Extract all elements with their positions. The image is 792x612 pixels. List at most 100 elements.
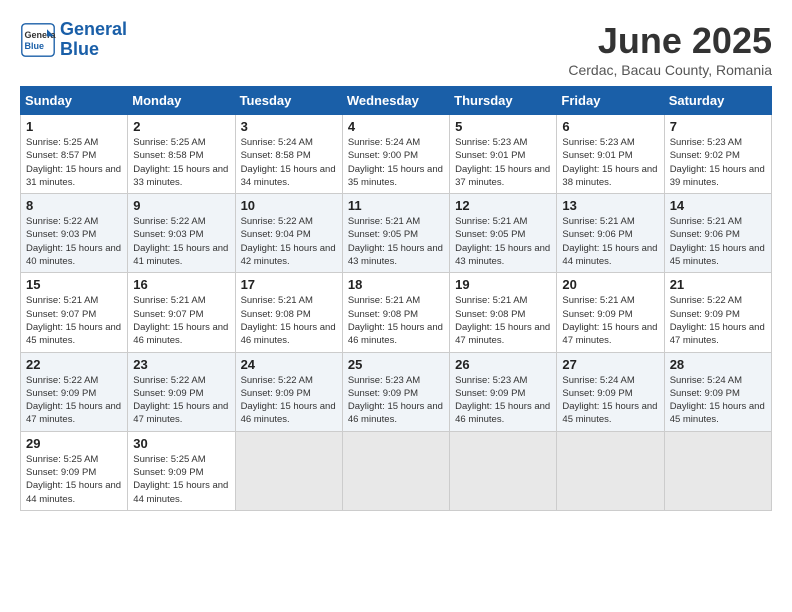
day-number: 11: [348, 198, 444, 213]
day-detail: Sunrise: 5:25 AMSunset: 8:58 PMDaylight:…: [133, 136, 229, 189]
calendar-week-row: 1 Sunrise: 5:25 AMSunset: 8:57 PMDaylight…: [21, 115, 772, 194]
day-number: 19: [455, 277, 551, 292]
calendar-day-cell: 19 Sunrise: 5:21 AMSunset: 9:08 PMDayligh…: [450, 273, 557, 352]
calendar-day-header: Thursday: [450, 87, 557, 115]
page-header: General Blue GeneralBlue June 2025 Cerda…: [20, 20, 772, 78]
day-number: 2: [133, 119, 229, 134]
calendar-day-cell: 20 Sunrise: 5:21 AMSunset: 9:09 PMDayligh…: [557, 273, 664, 352]
calendar-day-cell: 9Sunrise: 5:22 AMSunset: 9:03 PMDaylight…: [128, 194, 235, 273]
day-detail: Sunrise: 5:25 AMSunset: 9:09 PMDaylight:…: [133, 453, 229, 506]
day-number: 28: [670, 357, 766, 372]
calendar-day-cell: 16Sunrise: 5:21 AMSunset: 9:07 PMDayligh…: [128, 273, 235, 352]
day-detail: Sunrise: 5:23 AMSunset: 9:01 PMDaylight:…: [455, 136, 551, 189]
day-detail: Sunrise: 5:21 AMSunset: 9:08 PMDaylight:…: [348, 294, 444, 347]
calendar-day-header: Tuesday: [235, 87, 342, 115]
calendar-day-header: Friday: [557, 87, 664, 115]
day-number: 27: [562, 357, 658, 372]
day-detail: Sunrise: 5:21 AMSunset: 9:05 PMDaylight:…: [348, 215, 444, 268]
month-title: June 2025: [568, 20, 772, 62]
day-detail: Sunrise: 5:23 AMSunset: 9:01 PMDaylight:…: [562, 136, 658, 189]
calendar-day-cell: 24 Sunrise: 5:22 AMSunset: 9:09 PMDayligh…: [235, 352, 342, 431]
calendar-day-cell: 23 Sunrise: 5:22 AMSunset: 9:09 PMDayligh…: [128, 352, 235, 431]
calendar-week-row: 22 Sunrise: 5:22 AMSunset: 9:09 PMDayligh…: [21, 352, 772, 431]
day-detail: Sunrise: 5:24 AMSunset: 8:58 PMDaylight:…: [241, 136, 337, 189]
day-number: 17: [241, 277, 337, 292]
calendar-day-header: Wednesday: [342, 87, 449, 115]
calendar-day-cell: 30 Sunrise: 5:25 AMSunset: 9:09 PMDayligh…: [128, 431, 235, 510]
calendar-day-cell: 21 Sunrise: 5:22 AMSunset: 9:09 PMDayligh…: [664, 273, 771, 352]
calendar-day-cell: 14Sunrise: 5:21 AMSunset: 9:06 PMDayligh…: [664, 194, 771, 273]
calendar-day-cell: 6 Sunrise: 5:23 AMSunset: 9:01 PMDaylight…: [557, 115, 664, 194]
day-detail: Sunrise: 5:21 AMSunset: 9:09 PMDaylight:…: [562, 294, 658, 347]
calendar-day-cell: 10 Sunrise: 5:22 AMSunset: 9:04 PMDayligh…: [235, 194, 342, 273]
calendar-body: 1 Sunrise: 5:25 AMSunset: 8:57 PMDaylight…: [21, 115, 772, 511]
day-detail: Sunrise: 5:21 AMSunset: 9:08 PMDaylight:…: [241, 294, 337, 347]
day-detail: Sunrise: 5:24 AMSunset: 9:00 PMDaylight:…: [348, 136, 444, 189]
calendar-day-cell: 3Sunrise: 5:24 AMSunset: 8:58 PMDaylight…: [235, 115, 342, 194]
calendar-day-cell: 22 Sunrise: 5:22 AMSunset: 9:09 PMDayligh…: [21, 352, 128, 431]
day-number: 21: [670, 277, 766, 292]
logo: General Blue GeneralBlue: [20, 20, 127, 60]
day-detail: Sunrise: 5:21 AMSunset: 9:08 PMDaylight:…: [455, 294, 551, 347]
calendar-day-cell: 13Sunrise: 5:21 AMSunset: 9:06 PMDayligh…: [557, 194, 664, 273]
day-number: 22: [26, 357, 122, 372]
calendar-day-cell: 28Sunrise: 5:24 AMSunset: 9:09 PMDayligh…: [664, 352, 771, 431]
calendar-day-cell: 25 Sunrise: 5:23 AMSunset: 9:09 PMDayligh…: [342, 352, 449, 431]
day-detail: Sunrise: 5:23 AMSunset: 9:09 PMDaylight:…: [348, 374, 444, 427]
day-detail: Sunrise: 5:22 AMSunset: 9:09 PMDaylight:…: [26, 374, 122, 427]
day-number: 6: [562, 119, 658, 134]
day-number: 20: [562, 277, 658, 292]
day-detail: Sunrise: 5:25 AMSunset: 9:09 PMDaylight:…: [26, 453, 122, 506]
day-detail: Sunrise: 5:22 AMSunset: 9:04 PMDaylight:…: [241, 215, 337, 268]
day-number: 25: [348, 357, 444, 372]
calendar-day-header: Sunday: [21, 87, 128, 115]
day-detail: Sunrise: 5:22 AMSunset: 9:09 PMDaylight:…: [670, 294, 766, 347]
calendar-day-cell: 8Sunrise: 5:22 AMSunset: 9:03 PMDaylight…: [21, 194, 128, 273]
logo-text: GeneralBlue: [60, 20, 127, 60]
calendar-day-cell: [664, 431, 771, 510]
calendar-week-row: 8 Sunrise: 5:22 AMSunset: 9:03 PMDaylight…: [21, 194, 772, 273]
calendar-header-row: SundayMondayTuesdayWednesdayThursdayFrid…: [21, 87, 772, 115]
calendar-day-cell: 1 Sunrise: 5:25 AMSunset: 8:57 PMDaylight…: [21, 115, 128, 194]
day-detail: Sunrise: 5:22 AMSunset: 9:03 PMDaylight:…: [133, 215, 229, 268]
day-number: 7: [670, 119, 766, 134]
day-number: 12: [455, 198, 551, 213]
day-number: 10: [241, 198, 337, 213]
day-number: 1: [26, 119, 122, 134]
day-number: 29: [26, 436, 122, 451]
svg-text:Blue: Blue: [25, 41, 45, 51]
day-detail: Sunrise: 5:24 AMSunset: 9:09 PMDaylight:…: [562, 374, 658, 427]
calendar-day-header: Saturday: [664, 87, 771, 115]
calendar-day-cell: 17 Sunrise: 5:21 AMSunset: 9:08 PMDayligh…: [235, 273, 342, 352]
day-number: 24: [241, 357, 337, 372]
day-detail: Sunrise: 5:23 AMSunset: 9:02 PMDaylight:…: [670, 136, 766, 189]
calendar-day-header: Monday: [128, 87, 235, 115]
calendar-day-cell: 26Sunrise: 5:23 AMSunset: 9:09 PMDayligh…: [450, 352, 557, 431]
day-number: 8: [26, 198, 122, 213]
day-number: 15: [26, 277, 122, 292]
day-detail: Sunrise: 5:23 AMSunset: 9:09 PMDaylight:…: [455, 374, 551, 427]
calendar-day-cell: [342, 431, 449, 510]
calendar-day-cell: 11 Sunrise: 5:21 AMSunset: 9:05 PMDayligh…: [342, 194, 449, 273]
calendar-day-cell: [235, 431, 342, 510]
calendar-week-row: 29 Sunrise: 5:25 AMSunset: 9:09 PMDayligh…: [21, 431, 772, 510]
location-title: Cerdac, Bacau County, Romania: [568, 62, 772, 78]
title-block: June 2025 Cerdac, Bacau County, Romania: [568, 20, 772, 78]
calendar-table: SundayMondayTuesdayWednesdayThursdayFrid…: [20, 86, 772, 511]
day-number: 30: [133, 436, 229, 451]
day-detail: Sunrise: 5:21 AMSunset: 9:06 PMDaylight:…: [562, 215, 658, 268]
calendar-day-cell: 12 Sunrise: 5:21 AMSunset: 9:05 PMDayligh…: [450, 194, 557, 273]
day-number: 23: [133, 357, 229, 372]
day-number: 18: [348, 277, 444, 292]
day-detail: Sunrise: 5:22 AMSunset: 9:09 PMDaylight:…: [241, 374, 337, 427]
calendar-week-row: 15 Sunrise: 5:21 AMSunset: 9:07 PMDayligh…: [21, 273, 772, 352]
calendar-day-cell: 29 Sunrise: 5:25 AMSunset: 9:09 PMDayligh…: [21, 431, 128, 510]
day-detail: Sunrise: 5:22 AMSunset: 9:09 PMDaylight:…: [133, 374, 229, 427]
calendar-day-cell: [450, 431, 557, 510]
day-detail: Sunrise: 5:21 AMSunset: 9:05 PMDaylight:…: [455, 215, 551, 268]
day-detail: Sunrise: 5:25 AMSunset: 8:57 PMDaylight:…: [26, 136, 122, 189]
day-number: 16: [133, 277, 229, 292]
day-detail: Sunrise: 5:21 AMSunset: 9:07 PMDaylight:…: [26, 294, 122, 347]
calendar-day-cell: 18 Sunrise: 5:21 AMSunset: 9:08 PMDayligh…: [342, 273, 449, 352]
day-detail: Sunrise: 5:21 AMSunset: 9:06 PMDaylight:…: [670, 215, 766, 268]
